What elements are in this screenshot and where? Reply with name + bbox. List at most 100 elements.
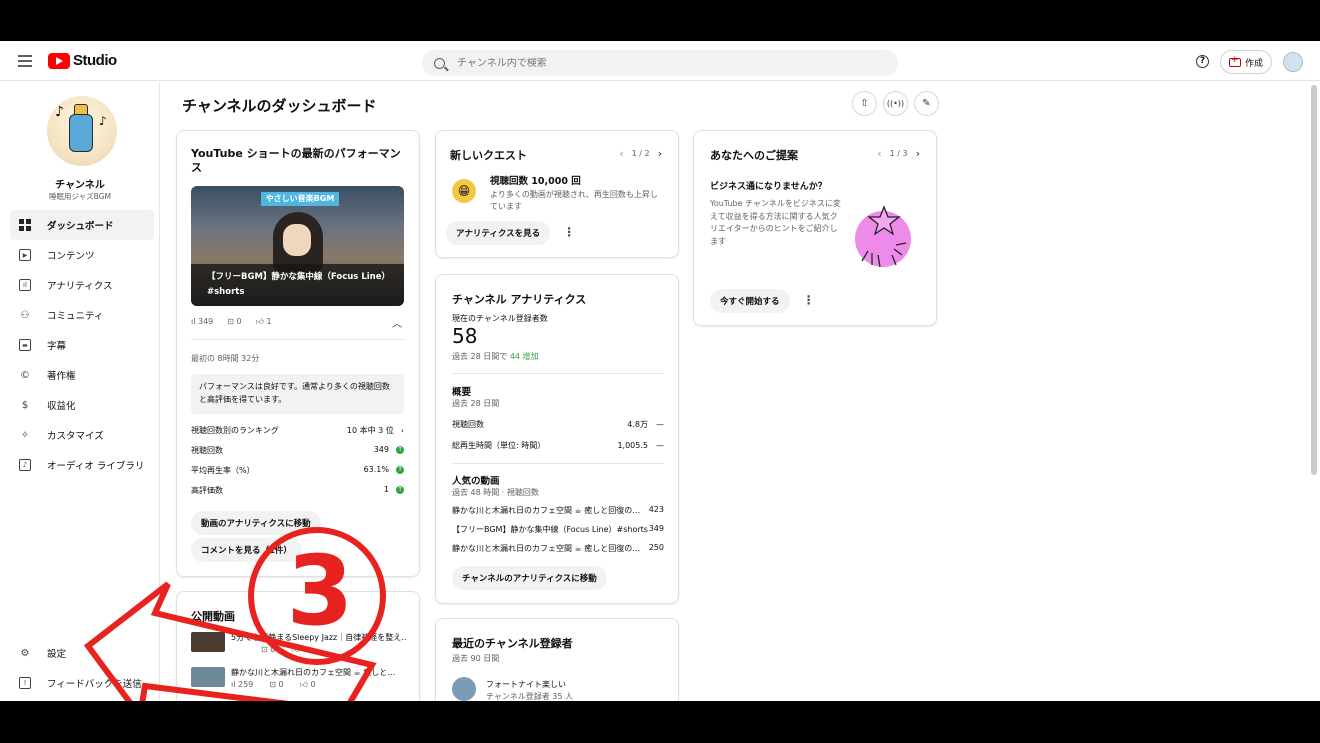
- subscribers-change: 過去 28 日間で 44 增加: [452, 352, 539, 361]
- up-arrow-icon: ↑: [396, 445, 404, 454]
- sidebar-item-copyright[interactable]: © 著作権: [10, 360, 154, 390]
- dashboard-icon: [19, 219, 31, 231]
- page-scrollbar[interactable]: [1311, 85, 1317, 475]
- customize-icon: ✧: [20, 429, 30, 441]
- view-comments-button[interactable]: コメントを見る（1件）: [191, 538, 302, 562]
- quest-title: 視聴回数 10,000 回: [490, 176, 581, 187]
- sidebar-item-monetization[interactable]: $ 収益化: [10, 390, 154, 420]
- list-item[interactable]: 静かな川と木漏れ日のカフェ空間 ☕ 癒しと回復の… 250: [452, 543, 664, 554]
- suggestion-pager: ‹ 1 / 3 ›: [877, 147, 920, 160]
- chevron-left-icon[interactable]: ‹: [619, 147, 623, 160]
- published-video-row[interactable]: 静かな川と木漏れ日のカフェ空間 ☕ 癒しと… ıl 259 ⊡ 0 👍︎ 0: [191, 667, 406, 691]
- search-bar[interactable]: [422, 50, 898, 76]
- copyright-icon: ©: [20, 369, 30, 381]
- edit-icon[interactable]: ✎: [914, 91, 939, 116]
- video-analytics-button[interactable]: 動画のアナリティクスに移動: [191, 511, 321, 535]
- help-icon[interactable]: ?: [1196, 55, 1209, 68]
- subscribers-count: 58: [452, 324, 478, 348]
- analytics-icon: ıl: [19, 279, 31, 291]
- list-item[interactable]: 【フリーBGM】静かな集中線（Focus Line）#shorts 349: [452, 524, 664, 535]
- metric-avg-percentage: 平均再生率（%） 63.1% ↑: [191, 465, 404, 475]
- subscriber-count: チャンネル登録者 35 人: [486, 692, 574, 701]
- sidebar-bottom: ⚙ 設定 ! フィードバックを送信: [10, 638, 154, 698]
- summary-rows: 視聴回数 4.8万 — 総再生時間（単位: 時間） 1,005.5 —: [452, 409, 664, 451]
- video-thumbnail[interactable]: やさしい音楽BGM 【フリーBGM】静かな集中線（Focus Line）#sho…: [191, 186, 404, 306]
- views-stat: ıl 349: [191, 317, 214, 326]
- summary-row: 総再生時間（単位: 時間） 1,005.5 —: [452, 441, 664, 450]
- summary-row: 視聴回数 4.8万 —: [452, 420, 664, 429]
- channel-avatar[interactable]: ♪ ♪: [47, 96, 117, 166]
- chevron-left-icon[interactable]: ‹: [877, 147, 881, 160]
- chevron-right-icon[interactable]: ›: [658, 147, 662, 160]
- more-options-icon[interactable]: ⋮: [803, 293, 815, 307]
- upload-icon[interactable]: ⇧: [852, 91, 877, 116]
- sidebar-item-customize[interactable]: ✧ カスタマイズ: [10, 420, 154, 450]
- sidebar-item-analytics[interactable]: ıl アナリティクス: [10, 270, 154, 300]
- sidebar: ♪ ♪ チャンネル 睡眠用ジャズBGM ダッシュボード ▶ コンテンツ ıl ア…: [0, 82, 160, 701]
- divider: [191, 339, 404, 340]
- view-analytics-button[interactable]: アナリティクスを見る: [446, 221, 551, 245]
- metric-views: 視聴回数 349 ↑: [191, 445, 404, 455]
- music-note-icon: ♪: [99, 114, 107, 128]
- music-note-icon: ♪: [55, 104, 64, 120]
- menu-icon[interactable]: [18, 55, 32, 67]
- subtitles-icon: ▬: [19, 339, 31, 351]
- sidebar-item-content[interactable]: ▶ コンテンツ: [10, 240, 154, 270]
- go-live-icon[interactable]: ((•)): [883, 91, 908, 116]
- quest-pager: ‹ 1 / 2 ›: [619, 147, 662, 160]
- gear-icon: ⚙: [20, 647, 30, 659]
- sidebar-item-settings[interactable]: ⚙ 設定: [10, 638, 154, 668]
- subscribers-label: 現在のチャンネル登録者数: [452, 314, 548, 323]
- performance-message: パフォーマンスは良好です。通常より多くの視聴回数と高評価を得ています。: [191, 374, 404, 414]
- list-item[interactable]: 静かな川と木漏れ日のカフェ空間 ☕ 癒しと回復の… 423: [452, 505, 664, 516]
- studio-window: Studio ? 作成 ♪ ♪ チャンネル 睡眠用ジャズBGM ダッシュボード: [0, 41, 1320, 701]
- chevron-up-icon[interactable]: ︿: [392, 315, 402, 330]
- published-video-row[interactable]: 5分で心が静まるSleepy Jazz｜自律神経を整え… ⊡ 0 👍︎ 0: [191, 632, 406, 656]
- search-icon: [434, 57, 445, 69]
- more-options-icon[interactable]: ⋮: [563, 225, 575, 239]
- monetization-icon: $: [21, 399, 29, 411]
- create-video-icon: [1228, 55, 1241, 67]
- subscriber-name[interactable]: フォートナイト楽しい: [486, 679, 566, 690]
- channel-name: チャンネル: [55, 180, 105, 191]
- metric-ranking[interactable]: 視聴回数別のランキング 10 本中 3 位 ›: [191, 425, 404, 436]
- card-title: 最近のチャンネル登録者: [452, 637, 573, 650]
- quest-card: 新しいクエスト ‹ 1 / 2 › 😁 視聴回数 10,000 回 より多くの動…: [435, 130, 679, 258]
- sidebar-item-audio-library[interactable]: ♪ オーディオ ライブラリ: [10, 450, 154, 480]
- sidebar-item-subtitles[interactable]: ▬ 字幕: [10, 330, 154, 360]
- chevron-right-icon: ›: [400, 426, 404, 435]
- thumbnail-caption: 【フリーBGM】静かな集中線（Focus Line）#shorts: [191, 264, 404, 306]
- thumbnail-banner: やさしい音楽BGM: [261, 192, 339, 206]
- card-title: 新しいクエスト: [450, 149, 527, 162]
- subscriber-avatar[interactable]: [452, 677, 476, 701]
- content-icon: ▶: [19, 249, 31, 261]
- search-input[interactable]: [457, 57, 857, 69]
- summary-title: 概要: [452, 387, 472, 398]
- metric-likes: 高評価数 1 ↑: [191, 485, 404, 495]
- audio-library-icon: ♪: [19, 459, 31, 471]
- first-period: 最初の 8時間 32分: [191, 354, 260, 363]
- suggestion-description: YouTube チャンネルをビジネスに変えて収益を得る方法に関する人気クリエイタ…: [710, 199, 841, 246]
- sidebar-item-feedback[interactable]: ! フィードバックを送信: [10, 668, 154, 698]
- create-button[interactable]: 作成: [1220, 50, 1272, 74]
- fireworks-icon: [855, 205, 911, 268]
- sidebar-item-dashboard[interactable]: ダッシュボード: [10, 210, 154, 240]
- subscribers-period: 過去 90 日間: [452, 654, 500, 663]
- youtube-logo-icon: [48, 52, 70, 69]
- thumbnail-face: [283, 224, 311, 256]
- sidebar-nav: ダッシュボード ▶ コンテンツ ıl アナリティクス ⚇ コミュニティ ▬ 字幕…: [10, 210, 154, 480]
- suggestion-card: あなたへのご提案 ‹ 1 / 3 › ビジネス通になりませんか？ YouTube…: [693, 130, 937, 326]
- channel-analytics-button[interactable]: チャンネルのアナリティクスに移動: [452, 566, 607, 590]
- chevron-right-icon[interactable]: ›: [916, 147, 920, 160]
- start-now-button[interactable]: 今すぐ開始する: [710, 289, 790, 313]
- card-title: 公開動画: [191, 610, 235, 623]
- sidebar-item-community[interactable]: ⚇ コミュニティ: [10, 300, 154, 330]
- account-avatar[interactable]: [1283, 52, 1303, 72]
- summary-period: 過去 28 日間: [452, 399, 500, 408]
- studio-logo[interactable]: Studio: [48, 52, 117, 69]
- card-title: チャンネル アナリティクス: [452, 293, 587, 306]
- published-videos-card: 公開動画 5分で心が静まるSleepy Jazz｜自律神経を整え… ⊡ 0 👍︎…: [176, 591, 420, 701]
- title-actions: ⇧ ((•)) ✎: [852, 91, 939, 116]
- popular-title: 人気の動画: [452, 476, 500, 487]
- card-title: あなたへのご提案: [710, 149, 798, 162]
